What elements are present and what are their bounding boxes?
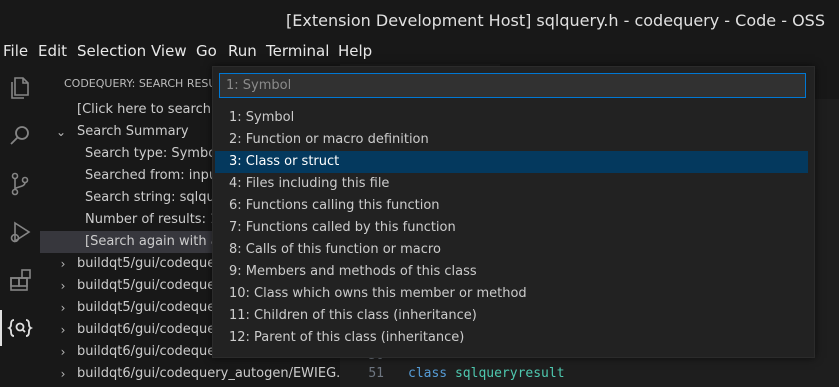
quick-pick-input[interactable]: 1: Symbol [219,73,806,98]
option-label: 9: Members and methods of this class [229,264,477,279]
searched-from-text: Searched from: inputb [85,168,231,183]
title-bar: [Extension Development Host] sqlquery.h … [0,0,839,40]
menu-selection[interactable]: Selection [77,42,146,60]
menu-view[interactable]: View [151,42,187,60]
quick-pick-option[interactable]: 8: Calls of this function or macro [215,239,808,261]
chevron-right-icon: › [60,301,66,315]
quick-pick-option[interactable]: 11: Children of this class (inheritance) [215,305,808,327]
click-to-search-label: [Click here to search] [77,102,217,117]
chevron-right-icon: › [60,279,66,293]
menu-terminal[interactable]: Terminal [266,42,329,60]
quick-pick-option[interactable]: 9: Members and methods of this class [215,261,808,283]
chevron-right-icon: › [60,323,66,337]
result-item[interactable]: › buildqt6/gui/codequery_autogen/EWIEG..… [40,363,340,385]
quick-pick-option[interactable]: 7: Functions called by this function [215,217,808,239]
result-label: buildqt6/gui/codequery [77,322,229,337]
menu-bar: File Edit Selection View Go Run Terminal… [0,40,839,64]
quick-pick-option[interactable]: 2: Function or macro definition [215,129,808,151]
result-label: buildqt5/gui/codequery [77,278,229,293]
quick-pick-option-selected[interactable]: 3: Class or struct [215,151,808,173]
option-label: 11: Children of this class (inheritance) [229,308,477,323]
quick-pick-option[interactable]: 4: Files including this file [215,173,808,195]
window-title: [Extension Development Host] sqlquery.h … [286,11,825,30]
search-icon[interactable] [6,122,34,150]
option-label: 3: Class or struct [229,154,340,169]
code-text: class sqlqueryresult [408,366,565,381]
activity-bar [0,64,40,387]
keyword-token: class [408,366,448,381]
extensions-icon[interactable] [6,266,34,294]
chevron-right-icon: › [60,257,66,271]
result-label: buildqt5/gui/codequery [77,256,229,271]
quick-pick-option[interactable]: 6: Functions calling this function [215,195,808,217]
chevron-down-icon: ⌄ [55,125,67,139]
num-results-text: Number of results: 16 [85,212,227,227]
quick-pick-option[interactable]: 12: Parent of this class (inheritance) [215,327,808,349]
menu-file[interactable]: File [3,42,28,60]
search-string-text: Search string: sqlquer [85,190,229,205]
option-label: 10: Class which owns this member or meth… [229,286,527,301]
option-label: 4: Files including this file [229,176,390,191]
search-summary-label: Search Summary [77,124,189,139]
option-label: 2: Function or macro definition [229,132,429,147]
option-label: 1: Symbol [229,110,295,125]
result-label: buildqt5/gui/codequery [77,300,229,315]
sidebar-title: CODEQUERY: SEARCH RESUL [64,77,223,90]
chevron-right-icon: › [60,345,66,359]
result-label: buildqt6/gui/codequery_autogen/EWIEG... [77,366,340,381]
quick-pick: 1: Symbol 1: Symbol 2: Function or macro… [212,66,815,358]
line-number: 51 [368,366,384,381]
codequery-icon[interactable] [0,310,34,346]
menu-edit[interactable]: Edit [38,42,67,60]
menu-run[interactable]: Run [228,42,257,60]
menu-help[interactable]: Help [338,42,372,60]
search-type-text: Search type: Symbol [85,146,220,161]
option-label: 7: Functions called by this function [229,220,456,235]
menu-go[interactable]: Go [196,42,217,60]
quick-pick-option[interactable]: 1: Symbol [215,107,808,129]
option-label: 12: Parent of this class (inheritance) [229,330,465,345]
option-label: 8: Calls of this function or macro [229,242,441,257]
quick-pick-option[interactable]: 10: Class which owns this member or meth… [215,283,808,305]
run-debug-icon[interactable] [6,218,34,246]
class-name-token: sqlqueryresult [454,366,565,381]
source-control-icon[interactable] [6,170,34,198]
files-icon[interactable] [6,74,34,102]
option-label: 6: Functions calling this function [229,198,440,213]
chevron-right-icon: › [60,367,66,381]
